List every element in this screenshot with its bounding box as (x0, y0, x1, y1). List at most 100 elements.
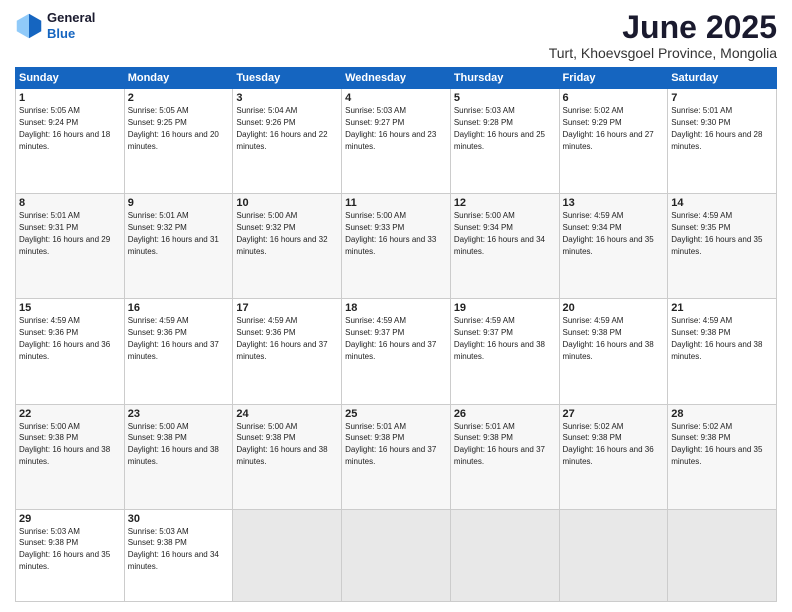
calendar-cell: 28Sunrise: 5:02 AMSunset: 9:38 PMDayligh… (668, 404, 777, 509)
cell-text: Sunrise: 5:03 AMSunset: 9:38 PMDaylight:… (128, 527, 219, 571)
col-header-monday: Monday (124, 68, 233, 89)
day-number: 16 (128, 302, 230, 314)
logo-general: General (47, 10, 95, 25)
logo-blue: Blue (47, 26, 75, 41)
cell-text: Sunrise: 5:03 AMSunset: 9:38 PMDaylight:… (19, 527, 110, 571)
calendar-cell: 20 Sunrise: 4:59 AMSunset: 9:38 PMDayligh… (559, 299, 668, 404)
day-number: 26 (454, 408, 556, 420)
calendar-cell: 2 Sunrise: 5:05 AMSunset: 9:25 PMDaylight… (124, 89, 233, 194)
day-number: 22 (19, 408, 121, 420)
cell-text: Sunrise: 5:00 AMSunset: 9:38 PMDaylight:… (236, 422, 327, 466)
cell-text: Sunrise: 5:05 AMSunset: 9:25 PMDaylight:… (128, 106, 219, 150)
header: General Blue June 2025 Turt, Khoevsgoel … (15, 10, 777, 61)
calendar-header-row: SundayMondayTuesdayWednesdayThursdayFrid… (16, 68, 777, 89)
cell-text: Sunrise: 5:05 AMSunset: 9:24 PMDaylight:… (19, 106, 110, 150)
calendar-cell: 16Sunrise: 4:59 AMSunset: 9:36 PMDayligh… (124, 299, 233, 404)
day-number: 18 (345, 302, 447, 314)
calendar-table: SundayMondayTuesdayWednesdayThursdayFrid… (15, 67, 777, 602)
cell-text: Sunrise: 4:59 AMSunset: 9:36 PMDaylight:… (236, 316, 327, 360)
logo: General Blue (15, 10, 95, 41)
calendar-cell: 14Sunrise: 4:59 AMSunset: 9:35 PMDayligh… (668, 194, 777, 299)
day-number: 19 (454, 302, 556, 314)
calendar-cell: 21Sunrise: 4:59 AMSunset: 9:38 PMDayligh… (668, 299, 777, 404)
calendar-cell: 12 Sunrise: 5:00 AMSunset: 9:34 PMDayligh… (450, 194, 559, 299)
cell-text: Sunrise: 5:00 AMSunset: 9:33 PMDaylight:… (345, 211, 436, 255)
calendar-cell: 3 Sunrise: 5:04 AMSunset: 9:26 PMDaylight… (233, 89, 342, 194)
calendar-cell: 13 Sunrise: 4:59 AMSunset: 9:34 PMDayligh… (559, 194, 668, 299)
calendar-cell (450, 509, 559, 601)
day-number: 9 (128, 197, 230, 209)
day-number: 10 (236, 197, 338, 209)
day-number: 7 (671, 92, 773, 104)
day-number: 20 (563, 302, 665, 314)
col-header-thursday: Thursday (450, 68, 559, 89)
day-number: 24 (236, 408, 338, 420)
calendar-cell (342, 509, 451, 601)
cell-text: Sunrise: 4:59 AMSunset: 9:34 PMDaylight:… (563, 211, 654, 255)
calendar-cell: 6Sunrise: 5:02 AMSunset: 9:29 PMDaylight… (559, 89, 668, 194)
calendar-week-row: 22 Sunrise: 5:00 AMSunset: 9:38 PMDayligh… (16, 404, 777, 509)
cell-text: Sunrise: 5:00 AMSunset: 9:34 PMDaylight:… (454, 211, 545, 255)
day-number: 29 (19, 513, 121, 525)
cell-text: Sunrise: 5:01 AMSunset: 9:30 PMDaylight:… (671, 106, 762, 150)
col-header-sunday: Sunday (16, 68, 125, 89)
day-number: 27 (563, 408, 665, 420)
calendar-cell: 17 Sunrise: 4:59 AMSunset: 9:36 PMDayligh… (233, 299, 342, 404)
cell-text: Sunrise: 5:01 AMSunset: 9:38 PMDaylight:… (345, 422, 436, 466)
title-block: June 2025 Turt, Khoevsgoel Province, Mon… (549, 10, 777, 61)
calendar-cell: 11 Sunrise: 5:00 AMSunset: 9:33 PMDayligh… (342, 194, 451, 299)
day-number: 28 (671, 408, 773, 420)
calendar-cell: 10 Sunrise: 5:00 AMSunset: 9:32 PMDayligh… (233, 194, 342, 299)
month-title: June 2025 (549, 10, 777, 45)
day-number: 3 (236, 92, 338, 104)
cell-text: Sunrise: 5:03 AMSunset: 9:27 PMDaylight:… (345, 106, 436, 150)
calendar-cell: 5Sunrise: 5:03 AMSunset: 9:28 PMDaylight… (450, 89, 559, 194)
calendar-cell: 9 Sunrise: 5:01 AMSunset: 9:32 PMDaylight… (124, 194, 233, 299)
day-number: 30 (128, 513, 230, 525)
cell-text: Sunrise: 5:01 AMSunset: 9:32 PMDaylight:… (128, 211, 219, 255)
day-number: 2 (128, 92, 230, 104)
calendar-cell: 27Sunrise: 5:02 AMSunset: 9:38 PMDayligh… (559, 404, 668, 509)
cell-text: Sunrise: 4:59 AMSunset: 9:38 PMDaylight:… (563, 316, 654, 360)
day-number: 14 (671, 197, 773, 209)
calendar-cell: 19 Sunrise: 4:59 AMSunset: 9:37 PMDayligh… (450, 299, 559, 404)
calendar-cell: 4 Sunrise: 5:03 AMSunset: 9:27 PMDaylight… (342, 89, 451, 194)
calendar-cell: 7 Sunrise: 5:01 AMSunset: 9:30 PMDaylight… (668, 89, 777, 194)
calendar-week-row: 1 Sunrise: 5:05 AMSunset: 9:24 PMDaylight… (16, 89, 777, 194)
col-header-tuesday: Tuesday (233, 68, 342, 89)
calendar-cell (559, 509, 668, 601)
cell-text: Sunrise: 4:59 AMSunset: 9:36 PMDaylight:… (19, 316, 110, 360)
day-number: 17 (236, 302, 338, 314)
calendar-cell: 1 Sunrise: 5:05 AMSunset: 9:24 PMDaylight… (16, 89, 125, 194)
cell-text: Sunrise: 5:04 AMSunset: 9:26 PMDaylight:… (236, 106, 327, 150)
day-number: 13 (563, 197, 665, 209)
cell-text: Sunrise: 5:02 AMSunset: 9:29 PMDaylight:… (563, 106, 654, 150)
day-number: 4 (345, 92, 447, 104)
day-number: 11 (345, 197, 447, 209)
calendar-cell (668, 509, 777, 601)
cell-text: Sunrise: 4:59 AMSunset: 9:37 PMDaylight:… (454, 316, 545, 360)
calendar-cell (233, 509, 342, 601)
calendar-cell: 29 Sunrise: 5:03 AMSunset: 9:38 PMDayligh… (16, 509, 125, 601)
calendar-cell: 25 Sunrise: 5:01 AMSunset: 9:38 PMDayligh… (342, 404, 451, 509)
cell-text: Sunrise: 5:00 AMSunset: 9:32 PMDaylight:… (236, 211, 327, 255)
calendar-week-row: 15 Sunrise: 4:59 AMSunset: 9:36 PMDayligh… (16, 299, 777, 404)
cell-text: Sunrise: 5:03 AMSunset: 9:28 PMDaylight:… (454, 106, 545, 150)
day-number: 1 (19, 92, 121, 104)
logo-text: General Blue (47, 10, 95, 41)
calendar-week-row: 8Sunrise: 5:01 AMSunset: 9:31 PMDaylight… (16, 194, 777, 299)
day-number: 12 (454, 197, 556, 209)
cell-text: Sunrise: 4:59 AMSunset: 9:37 PMDaylight:… (345, 316, 436, 360)
calendar-cell: 8Sunrise: 5:01 AMSunset: 9:31 PMDaylight… (16, 194, 125, 299)
calendar-cell: 23Sunrise: 5:00 AMSunset: 9:38 PMDayligh… (124, 404, 233, 509)
calendar-week-row: 29 Sunrise: 5:03 AMSunset: 9:38 PMDayligh… (16, 509, 777, 601)
cell-text: Sunrise: 4:59 AMSunset: 9:38 PMDaylight:… (671, 316, 762, 360)
col-header-wednesday: Wednesday (342, 68, 451, 89)
col-header-friday: Friday (559, 68, 668, 89)
calendar-cell: 18 Sunrise: 4:59 AMSunset: 9:37 PMDayligh… (342, 299, 451, 404)
day-number: 25 (345, 408, 447, 420)
cell-text: Sunrise: 5:00 AMSunset: 9:38 PMDaylight:… (19, 422, 110, 466)
day-number: 15 (19, 302, 121, 314)
col-header-saturday: Saturday (668, 68, 777, 89)
page: General Blue June 2025 Turt, Khoevsgoel … (0, 0, 792, 612)
